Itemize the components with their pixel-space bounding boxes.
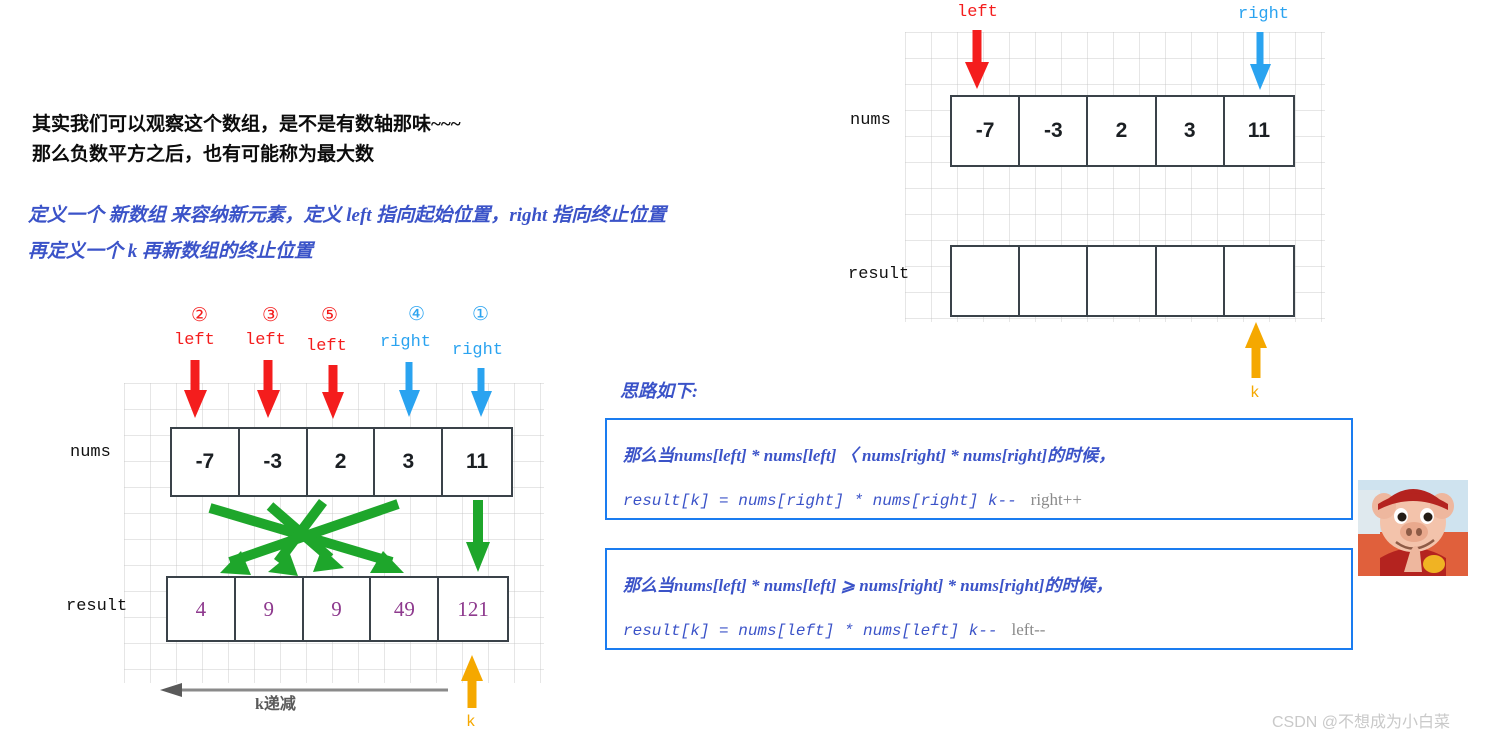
rule-box-2: 那么当nums[left] * nums[left] ⩾ nums[right]… [605,548,1353,650]
bottom-nums-cell: -3 [240,429,308,495]
rule-2-note: left-- [1011,620,1046,639]
bottom-result-cell: 4 [168,578,236,640]
bottom-right-pointer-label-1: right [452,341,504,360]
bottom-result-cell: 9 [236,578,304,640]
bottom-right-pointer-label-4: right [380,333,432,352]
bottom-k-pointer-label: k [466,713,476,731]
bottom-left-pointer-label-5: left [306,337,347,356]
top-nums-cell: -7 [952,97,1021,165]
top-left-pointer-label: left [957,3,998,22]
top-nums-cell: 11 [1247,119,1270,142]
idea-heading: 思路如下: [620,381,698,401]
top-nums-cell: 2 [1088,97,1157,165]
bottom-nums-cell: 2 [308,429,376,495]
top-result-cell [1020,247,1089,315]
bottom-left-arrow-icon-1 [184,360,207,418]
bottom-right-arrow-icon-2 [471,368,492,417]
bottom-nums-cell: -7 [172,429,240,495]
bottom-nums-cell: 11 [466,450,489,473]
definition-line-2: 再定义一个 k 再新数组的终止位置 [28,241,314,262]
bottom-right-arrow-icon-1 [399,362,420,417]
bottom-left-pointer-label-3: left [245,331,286,350]
bottom-left-arrow-icon-3 [322,365,344,419]
note-line-2: 那么负数平方之后，也有可能称为最大数 [32,144,375,165]
rule-box-1: 那么当nums[left] * nums[left] 〈 nums[right]… [605,418,1353,520]
rule-1-note: right++ [1030,490,1082,509]
top-result-cell [1088,247,1157,315]
top-nums-cell: -3 [1020,97,1089,165]
rule-2-action: result[k] = nums[left] * nums[left] k-- [623,622,998,640]
step-marker-5: ⑤ [321,305,339,326]
mapping-arrow-2-to-slot2 [268,499,327,576]
definition-line-1: 定义一个 新数组 来容纳新元素，定义 left 指向起始位置，right 指向终… [28,205,667,226]
step-marker-1: ① [472,304,490,325]
mapping-arrow-11-to-slot5 [466,500,490,572]
rule-1-action-row: result[k] = nums[right] * nums[right] k-… [623,478,1335,523]
note-line-1: 其实我们可以观察这个数组，是不是有数轴那味~~~ [32,114,461,135]
mapping-arrow-minus7-to-slot4 [208,503,404,573]
top-left-arrow-icon [965,30,989,89]
avatar [1358,480,1468,576]
top-right-arrow-icon [1250,32,1271,90]
k-decreasing-axis-label: k递减 [255,696,296,713]
rule-2-action-row: result[k] = nums[left] * nums[left] k-- l… [623,608,1335,653]
step-marker-2: ② [191,305,209,326]
rule-1-action: result[k] = nums[right] * nums[right] k-… [623,492,1017,510]
top-result-label: result [848,265,910,284]
top-nums-label: nums [850,111,891,130]
bottom-nums-label: nums [70,443,111,462]
k-decreasing-axis-arrow [160,683,448,697]
mapping-arrow-minus3-to-slot3 [266,502,344,572]
bottom-nums-cell: 3 [375,429,444,495]
top-result-cell [952,247,1021,315]
bottom-result-cell: 9 [304,578,372,640]
bottom-result-cell: 121 [457,596,489,621]
bottom-left-arrow-icon-2 [257,360,280,418]
step-marker-4: ④ [408,304,426,325]
mapping-arrow-3-to-slot1 [220,499,400,575]
top-k-pointer-label: k [1250,384,1260,402]
bottom-result-array: 4 9 9 49 121 [166,576,509,642]
step-marker-3: ③ [262,305,280,326]
top-nums-cell: 3 [1157,97,1225,165]
bottom-left-pointer-label-2: left [174,331,215,350]
rule-1-condition: 那么当nums[left] * nums[left] 〈 nums[right]… [623,446,1116,465]
top-k-arrow-icon [1245,322,1267,378]
bottom-nums-array: -7 -3 2 3 11 [170,427,513,497]
top-result-cell [1225,247,1293,315]
top-nums-array: -7 -3 2 3 11 [950,95,1295,167]
top-right-pointer-label: right [1238,5,1290,24]
bottom-result-cell: 49 [371,578,440,640]
top-result-array [950,245,1295,317]
rule-2-condition: 那么当nums[left] * nums[left] ⩾ nums[right]… [623,576,1113,595]
top-result-cell [1157,247,1225,315]
bottom-k-arrow-icon [461,655,483,708]
avatar-image [1358,480,1468,576]
watermark: CSDN @不想成为小白菜 [1272,714,1451,731]
bottom-result-label: result [66,597,128,616]
